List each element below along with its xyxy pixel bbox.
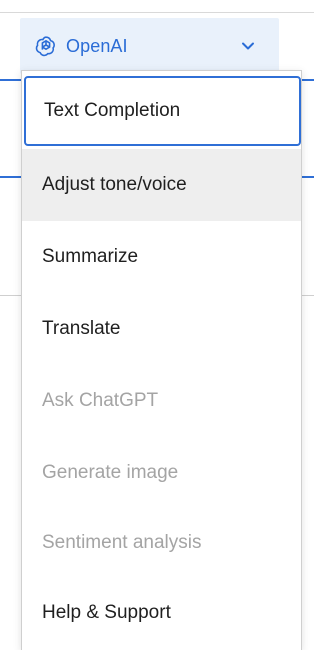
menu-item-help-support[interactable]: Help & Support xyxy=(22,577,301,649)
menu-item-label: Generate image xyxy=(42,462,179,483)
chevron-down-icon[interactable] xyxy=(241,39,255,53)
menu-item-adjust-tone[interactable]: Adjust tone/voice xyxy=(22,149,301,221)
menu-item-translate[interactable]: Translate xyxy=(22,293,301,365)
menu-item-ask-chatgpt: Ask ChatGPT xyxy=(22,365,301,437)
menu-item-label: Adjust tone/voice xyxy=(42,174,187,195)
openai-logo-icon xyxy=(34,34,58,58)
editor-divider-top xyxy=(0,12,314,13)
menu-item-label: Ask ChatGPT xyxy=(42,390,159,411)
menu-item-label: Summarize xyxy=(42,246,139,267)
menu-item-summarize[interactable]: Summarize xyxy=(22,221,301,293)
menu-item-text-completion[interactable]: Text Completion xyxy=(24,76,301,146)
menu-item-generate-image: Generate image xyxy=(22,437,301,509)
menu-item-label: Translate xyxy=(42,318,121,339)
provider-label: OpenAI xyxy=(66,35,128,56)
menu-item-sentiment-analysis: Sentiment analysis xyxy=(22,507,301,579)
ai-provider-selector[interactable]: OpenAI xyxy=(20,18,279,74)
menu-item-label: Sentiment analysis xyxy=(42,532,202,553)
menu-item-label: Text Completion xyxy=(44,100,181,121)
menu-item-label: Help & Support xyxy=(42,602,171,623)
provider-action-menu: Text Completion Adjust tone/voice Summar… xyxy=(21,70,302,650)
